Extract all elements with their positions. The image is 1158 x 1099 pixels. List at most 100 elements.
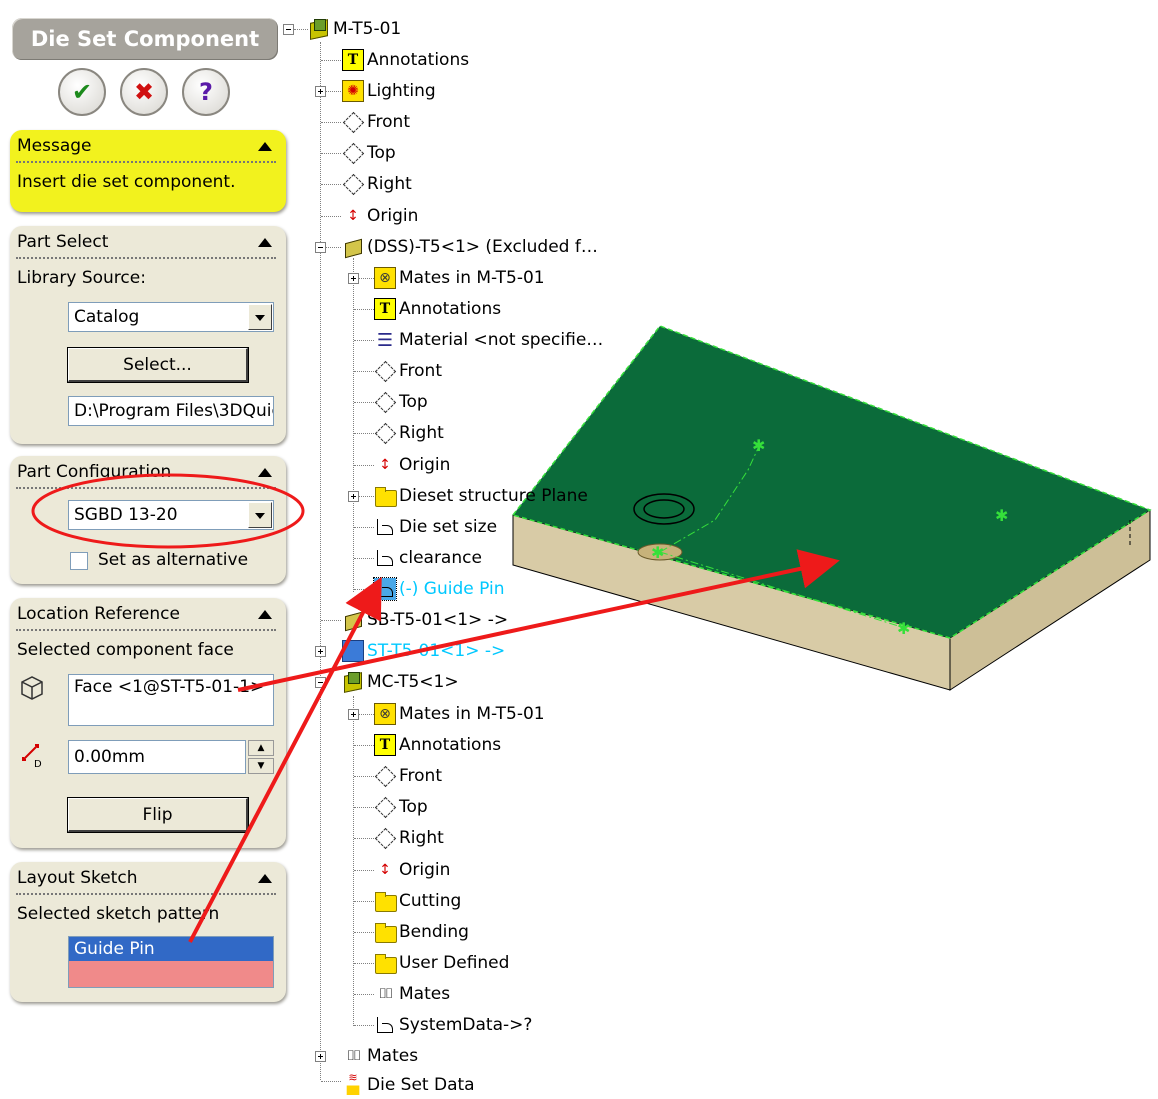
tree-node-clearance[interactable]: clearance (374, 546, 482, 570)
tree-node-mates-in[interactable]: Mates in M-T5-01 (374, 266, 545, 290)
tree-node-top-plane[interactable]: Top (374, 390, 428, 414)
tree-line (354, 807, 374, 808)
tree-node-front-plane[interactable]: Front (342, 110, 410, 134)
collapse-toggle[interactable] (315, 242, 326, 253)
tree-node-label: Origin (399, 455, 451, 475)
tree-node-mc[interactable]: MC-T5<1> (342, 670, 459, 694)
tree-node-mates[interactable]: Mates (374, 982, 450, 1006)
plane-icon (374, 827, 396, 849)
tree-node-guide-pin[interactable]: (-) Guide Pin (373, 577, 505, 601)
tree-line (354, 963, 374, 964)
tree-node-label: Annotations (399, 735, 502, 755)
plane-icon (374, 765, 396, 787)
tree-line (354, 309, 374, 310)
tree-line (359, 496, 374, 497)
tree-node-die-set-size[interactable]: Die set size (374, 515, 497, 539)
sketch-icon (373, 577, 397, 601)
assembly-icon (342, 671, 364, 693)
tree-node-st[interactable]: ST-T5-01<1> -> (342, 639, 505, 663)
tree-node-annotations[interactable]: T Annotations (342, 48, 469, 72)
tree-node-label: clearance (399, 548, 482, 568)
expand-toggle[interactable] (348, 709, 359, 720)
tree-node-label: Die set size (399, 517, 498, 537)
tree-node-mates[interactable]: Mates (342, 1044, 418, 1068)
tree-node-origin[interactable]: Origin (374, 858, 450, 882)
annotations-icon: T (374, 298, 396, 320)
expand-toggle[interactable] (348, 491, 359, 502)
tree-node-label: Mates in M-T5-01 (399, 704, 545, 724)
plane-icon (374, 422, 396, 444)
collapse-toggle[interactable] (315, 677, 326, 688)
plane-icon (374, 796, 396, 818)
tree-node-label: ST-T5-01<1> -> (367, 641, 506, 661)
tree-node-right-plane[interactable]: Right (374, 421, 444, 445)
collapse-toggle[interactable] (283, 24, 294, 35)
plane-icon (342, 111, 364, 133)
tree-line (354, 402, 374, 403)
tree-node-label: Right (399, 423, 444, 443)
mates-icon (374, 983, 396, 1005)
tree-node-top-plane[interactable]: Top (342, 141, 396, 165)
tree-node-dieset-plane[interactable]: Dieset structure Plane (374, 484, 588, 508)
folder-icon (374, 890, 397, 912)
annotations-icon: T (374, 734, 396, 756)
tree-node-system-data[interactable]: SystemData->? (374, 1013, 532, 1037)
tree-node-label: SB-T5-01<1> -> (367, 610, 509, 630)
tree-line (321, 1081, 341, 1082)
material-icon (374, 329, 396, 351)
expand-toggle[interactable] (315, 646, 326, 657)
tree-node-front-plane[interactable]: Front (374, 764, 442, 788)
tree-line (321, 60, 341, 61)
tree-node-root[interactable]: M-T5-01 (308, 17, 401, 41)
tree-node-dss[interactable]: (DSS)-T5<1> (Excluded f… (342, 235, 598, 259)
tree-node-label: Cutting (399, 891, 462, 911)
tree-node-origin[interactable]: Origin (374, 453, 450, 477)
tree-node-label: Bending (399, 922, 469, 942)
tree-line (354, 433, 374, 434)
assembly-icon (308, 18, 330, 40)
tree-line (326, 91, 341, 92)
tree-line (359, 278, 374, 279)
tree-node-top-plane[interactable]: Top (374, 795, 428, 819)
tree-node-label: (DSS)-T5<1> (Excluded f… (367, 237, 598, 257)
tree-node-label: Mates in M-T5-01 (399, 268, 545, 288)
tree-node-bending[interactable]: Bending (374, 920, 469, 944)
sketch-icon (374, 1014, 396, 1036)
tree-node-sb[interactable]: SB-T5-01<1> -> (342, 608, 508, 632)
tree-node-mates-in[interactable]: Mates in M-T5-01 (374, 702, 545, 726)
lighting-icon (342, 80, 364, 102)
sketch-icon (374, 547, 396, 569)
tree-node-label: Dieset structure Plane (399, 486, 588, 506)
tree-line (354, 465, 374, 466)
tree-node-label: (-) Guide Pin (399, 579, 505, 599)
tree-node-right-plane[interactable]: Right (342, 172, 412, 196)
expand-toggle[interactable] (348, 273, 359, 284)
tree-node-origin[interactable]: Origin (342, 204, 418, 228)
folder-icon (374, 485, 397, 507)
tree-node-user-defined[interactable]: User Defined (374, 951, 509, 975)
folder-icon (374, 921, 397, 943)
expand-toggle[interactable] (315, 1051, 326, 1062)
tree-line (321, 184, 341, 185)
annotations-icon: T (342, 49, 364, 71)
tree-line (354, 589, 374, 590)
tree-node-label: User Defined (399, 953, 510, 973)
tree-node-lighting[interactable]: Lighting (342, 79, 436, 103)
tree-node-material[interactable]: Material <not specifie… (374, 328, 603, 352)
tree-node-label: Top (399, 392, 428, 412)
tree-node-die-set-data[interactable]: Die Set Data (342, 1071, 474, 1097)
tree-node-annotations[interactable]: T Annotations (374, 733, 501, 757)
origin-icon (374, 859, 396, 881)
tree-line (321, 216, 341, 217)
tree-node-label: Top (367, 143, 396, 163)
origin-icon (374, 454, 396, 476)
part-selected-icon (342, 640, 364, 662)
tree-node-annotations[interactable]: T Annotations (374, 297, 501, 321)
folder-icon (374, 952, 397, 974)
expand-toggle[interactable] (315, 86, 326, 97)
tree-node-cutting[interactable]: Cutting (374, 889, 461, 913)
tree-node-front-plane[interactable]: Front (374, 359, 442, 383)
tree-line (321, 620, 341, 621)
plane-icon (374, 391, 396, 413)
tree-node-right-plane[interactable]: Right (374, 826, 444, 850)
